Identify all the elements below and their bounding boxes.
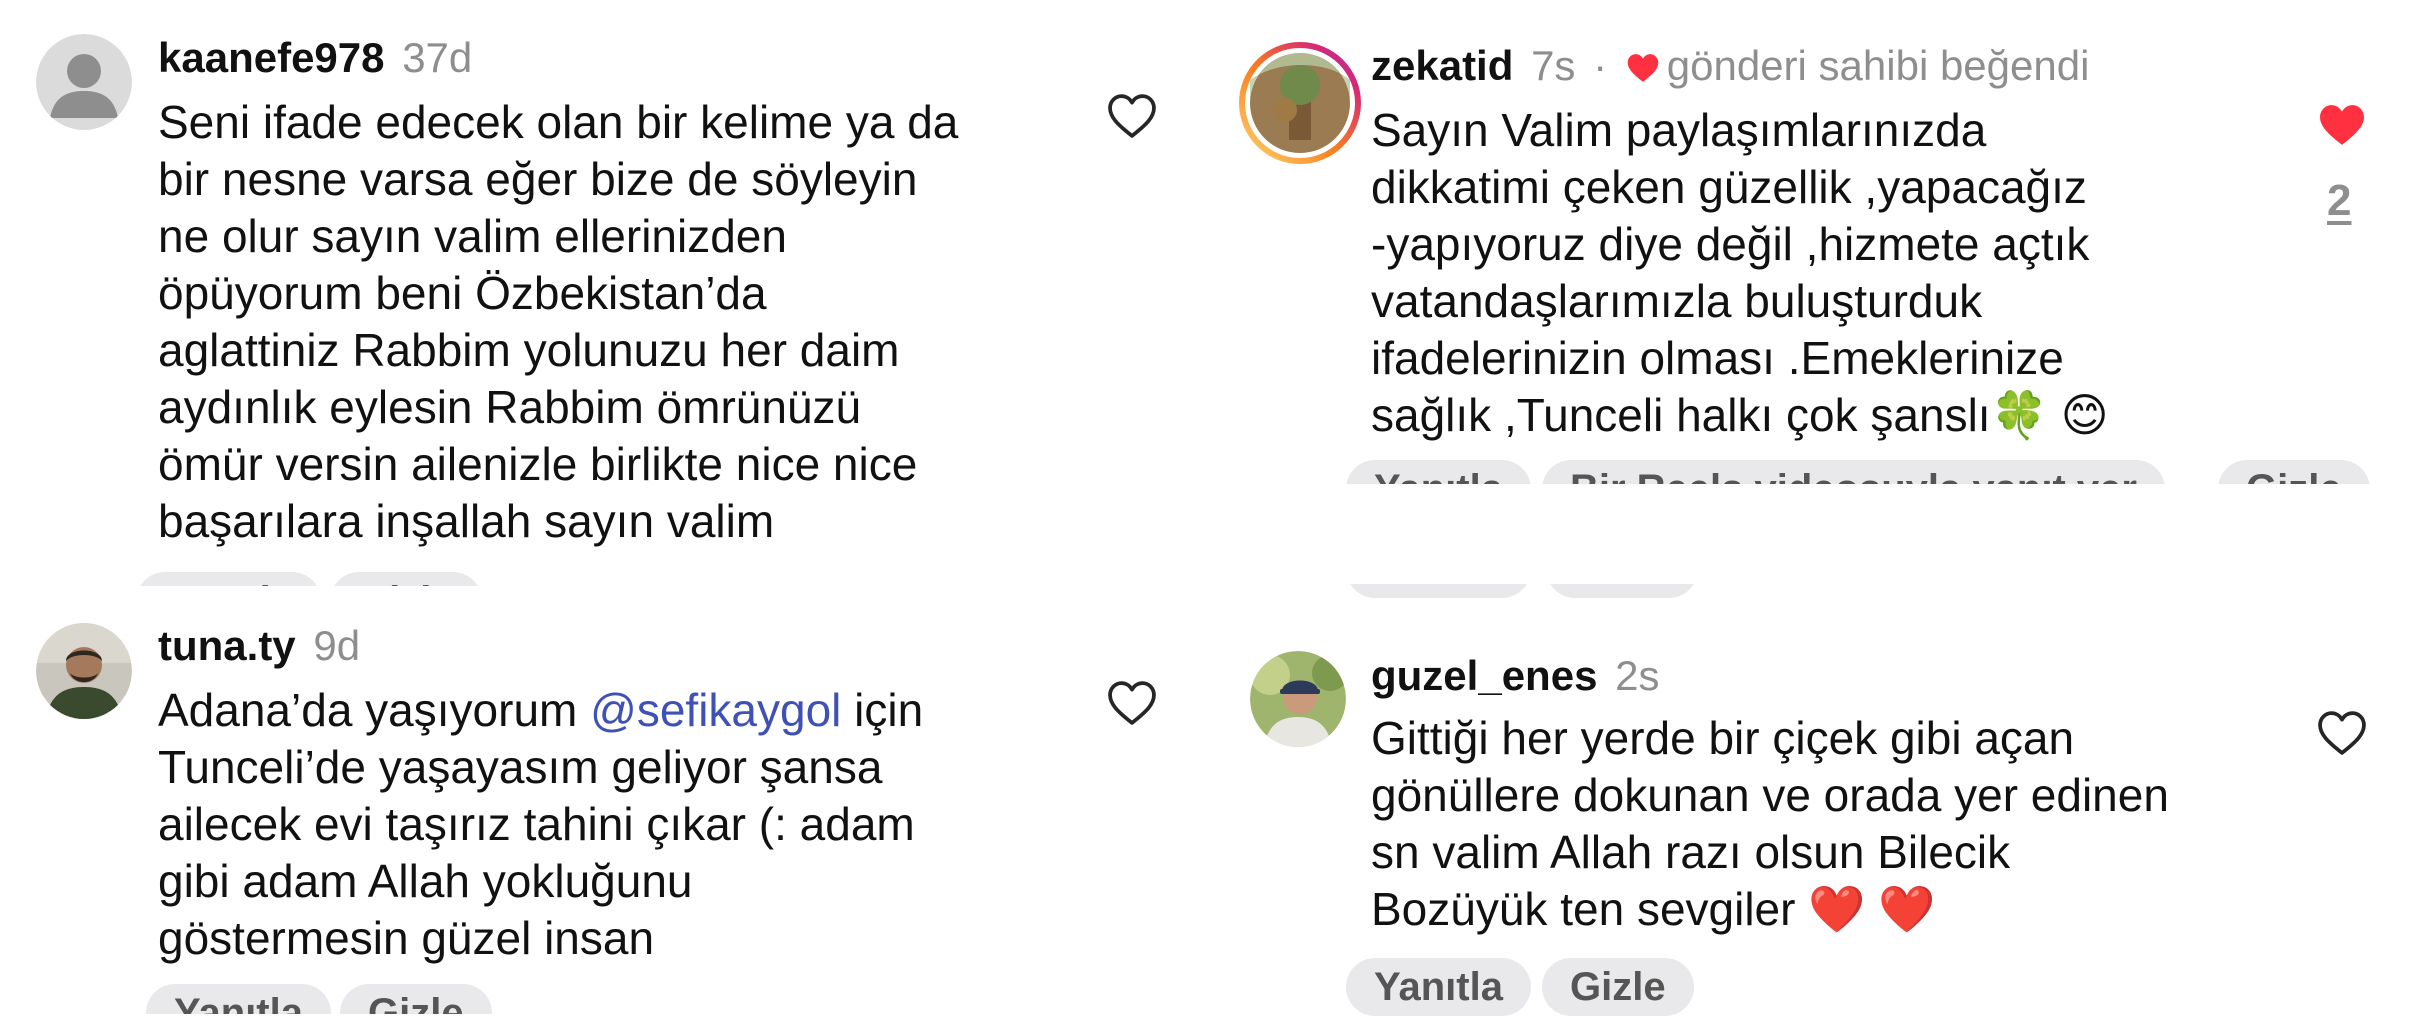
comment-line: gönüllere dokunan ve orada yer edinen	[1371, 769, 2169, 821]
reply-button[interactable]: Yanıtla	[1346, 584, 1531, 598]
comment-line: gibi adam Allah yokluğunu	[158, 855, 693, 907]
comment-meta: tuna.ty 9d	[158, 622, 360, 670]
hide-button[interactable]: Gizle	[1546, 584, 1698, 598]
avatar-default[interactable]	[36, 34, 132, 130]
comment-line: aglattiniz Rabbim yolunuzu her daim	[158, 324, 900, 376]
comment-line: aydınlık eylesin Rabbim ömrünüzü	[158, 381, 862, 433]
default-avatar-icon	[36, 34, 132, 130]
comment-line: Sayın Valim paylaşımlarınızda	[1371, 104, 1987, 156]
avatar-photo[interactable]	[36, 623, 132, 719]
username[interactable]: tuna.ty	[158, 622, 296, 669]
hide-button[interactable]: Gizle	[340, 984, 492, 1014]
separator-dot: ·	[1593, 42, 1608, 89]
comment-line: dikkatimi çeken güzellik ,yapacağız	[1371, 161, 2087, 213]
comment-line: bir nesne varsa eğer bize de söyleyin	[158, 153, 918, 205]
comment-text: Seni ifade edecek olan bir kelime ya da …	[158, 94, 958, 550]
comment-line: ailecek evi taşırız tahini çıkar (: adam	[158, 798, 915, 850]
comment-line-text: Bozüyük ten sevgiler	[1371, 883, 1796, 935]
comment-time: 37d	[402, 34, 473, 81]
comment-line: Gittiği her yerde bir çiçek gibi açan	[1371, 712, 2075, 764]
reply-button[interactable]: Yanıtla	[1346, 460, 1531, 484]
action-row-clipped: Yanıtla Gizle	[130, 984, 530, 1014]
heart-outline-icon	[1108, 94, 1156, 138]
avatar-photo-icon	[1250, 651, 1346, 747]
action-row-clipped: Yanıtla Bir Reels videosuyla yanıt ver G…	[1340, 460, 2412, 484]
comment-meta: guzel_enes 2s	[1371, 652, 1659, 700]
smile-emoji: 😊	[2060, 389, 2109, 441]
comment-text: Sayın Valim paylaşımlarınızda dikkatimi …	[1371, 102, 2109, 444]
heart-filled-icon	[2320, 105, 2364, 145]
comment-text: Adana’da yaşıyorum @sefikaygol için Tunc…	[158, 682, 923, 967]
comment-line: Tunceli’de yaşayasım geliyor şansa	[158, 741, 883, 793]
comment-line: Seni ifade edecek olan bir kelime ya da	[158, 96, 959, 148]
hide-button[interactable]: Gizle	[2218, 460, 2370, 484]
reels-reply-button[interactable]: Bir Reels videosuyla yanıt ver	[1542, 460, 2165, 484]
comment-meta: zekatid 7s · gönderi sahibi beğendi	[1371, 42, 2089, 90]
avatar-photo[interactable]	[1250, 651, 1346, 747]
like-button[interactable]	[1106, 93, 1158, 139]
liked-by-author: gönderi sahibi beğendi	[1625, 42, 2090, 89]
like-count[interactable]: 2	[2327, 176, 2351, 226]
comment-meta: kaanefe978 37d	[158, 34, 472, 82]
comment-line: ömür versin ailenizle birlikte nice nice	[158, 438, 918, 490]
avatar-story-ring[interactable]	[1237, 40, 1363, 166]
reply-button[interactable]: Yanıtla	[1346, 958, 1531, 1016]
comment-line: göstermesin güzel insan	[158, 912, 655, 964]
hide-button[interactable]: Gizle	[330, 572, 482, 586]
hide-button[interactable]: Gizle	[1542, 958, 1694, 1016]
comment-line-text: Adana’da yaşıyorum	[158, 684, 591, 736]
comment-line: ne olur sayın valim ellerinizden	[158, 210, 787, 262]
comment-line: ifadelerinizin olması .Emeklerinize	[1371, 332, 2064, 384]
reply-button[interactable]: Yanıtla	[146, 984, 331, 1014]
username[interactable]: guzel_enes	[1371, 652, 1597, 699]
username[interactable]: zekatid	[1371, 42, 1513, 89]
heart-emoji: ❤️	[1878, 883, 1936, 935]
avatar-photo-icon	[36, 623, 132, 719]
clover-emoji: 🍀	[1990, 389, 2048, 441]
comment-line: Bozüyük ten sevgiler ❤️ ❤️	[1371, 881, 2169, 938]
reply-button[interactable]: Yanıtla	[136, 572, 321, 586]
heart-outline-icon	[2318, 711, 2366, 755]
mention-link[interactable]: @sefikaygol	[590, 684, 841, 736]
liked-by-label: gönderi sahibi beğendi	[1666, 42, 2090, 89]
heart-outline-icon	[1108, 681, 1156, 725]
comment-line: Adana’da yaşıyorum @sefikaygol için	[158, 682, 923, 739]
username[interactable]: kaanefe978	[158, 34, 385, 81]
comment-line: öpüyorum beni Özbekistan’da	[158, 267, 767, 319]
comment-time: 2s	[1615, 652, 1660, 699]
comment-text: Gittiği her yerde bir çiçek gibi açan gö…	[1371, 710, 2169, 938]
comment-line-text: için	[841, 684, 924, 736]
heart-emoji: ❤️	[1808, 883, 1866, 935]
comment-time: 7s	[1531, 42, 1576, 89]
action-row-clipped: Yanıtla Gizle	[1340, 584, 1740, 598]
like-button[interactable]	[1106, 680, 1158, 726]
heart-filled-icon	[1627, 54, 1659, 82]
avatar-photo-icon	[1239, 42, 1361, 164]
comment-line: sn valim Allah razı olsun Bilecik	[1371, 826, 2011, 878]
like-button-liked[interactable]	[2316, 102, 2368, 148]
comment-line: başarılara inşallah sayın valim	[158, 495, 775, 547]
action-row-clipped: Yanıtla Gizle	[130, 572, 530, 586]
comment-line: sağlık ,Tunceli halkı çok şanslı🍀 😊	[1371, 387, 2109, 444]
comment-line: -yapıyoruz diye değil ,hizmete açtık	[1371, 218, 2090, 270]
comment-line: vatandaşlarımızla buluşturduk	[1371, 275, 1983, 327]
comment-time: 9d	[313, 622, 361, 669]
comment-line-text: sağlık ,Tunceli halkı çok şanslı	[1371, 389, 1991, 441]
like-button[interactable]	[2316, 710, 2368, 756]
